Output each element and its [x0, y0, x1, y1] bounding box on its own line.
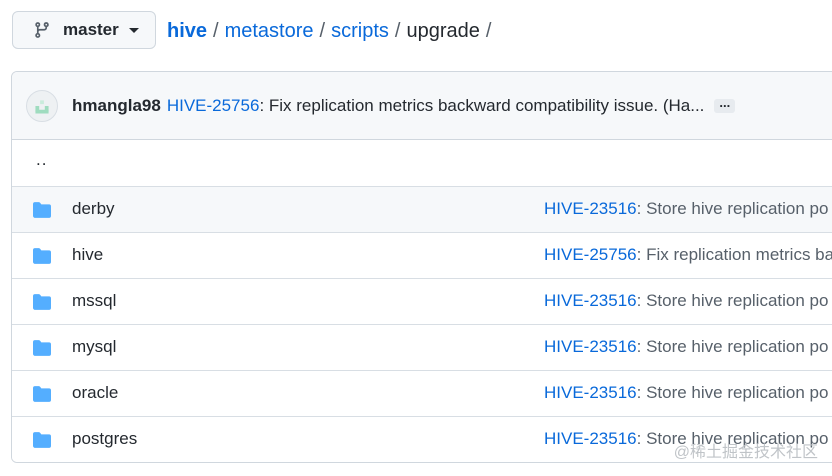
row-commit: HIVE-25756: Fix replication metrics ba: [544, 245, 832, 265]
row-commit-message[interactable]: : Store hive replication po: [637, 291, 829, 310]
git-branch-icon: [35, 22, 49, 38]
folder-name[interactable]: postgres: [72, 429, 137, 449]
folder-name[interactable]: hive: [72, 245, 103, 265]
watermark: @稀土掘金技术社区: [673, 444, 818, 461]
folder-icon: [33, 432, 51, 448]
table-row[interactable]: mssql HIVE-23516: Store hive replication…: [12, 278, 832, 324]
folder-name[interactable]: derby: [72, 199, 115, 219]
folder-icon: [33, 294, 51, 310]
breadcrumb-repo-link[interactable]: hive: [167, 20, 207, 42]
folder-icon: [33, 340, 51, 356]
parent-directory-link[interactable]: ..: [36, 150, 47, 170]
table-row[interactable]: oracle HIVE-23516: Store hive replicatio…: [12, 370, 832, 416]
folder-icon: [33, 386, 51, 402]
folder-icon: [33, 248, 51, 264]
latest-commit-bar: hmangla98 HIVE-25756 : Fix replication m…: [12, 72, 832, 140]
breadcrumb-separator: /: [485, 20, 492, 42]
avatar[interactable]: [26, 89, 58, 122]
row-commit: HIVE-23516: Store hive replication po: [544, 199, 828, 219]
commit-id-link[interactable]: HIVE-25756: [167, 96, 260, 116]
row-commit-message[interactable]: : Store hive replication po: [637, 199, 829, 218]
row-commit-id-link[interactable]: HIVE-23516: [544, 429, 637, 448]
table-row[interactable]: derby HIVE-23516: Store hive replication…: [12, 186, 832, 232]
row-commit: HIVE-23516: Store hive replication po: [544, 291, 828, 311]
row-commit: HIVE-23516: Store hive replication po: [544, 383, 828, 403]
row-commit-message[interactable]: : Store hive replication po: [637, 383, 829, 402]
row-commit-id-link[interactable]: HIVE-25756: [544, 245, 637, 264]
parent-directory-row[interactable]: ..: [12, 140, 832, 186]
breadcrumb-link-metastore[interactable]: metastore: [225, 20, 314, 42]
row-commit: HIVE-23516: Store hive replication po: [544, 337, 828, 357]
folder-name[interactable]: mssql: [72, 291, 116, 311]
commit-author[interactable]: hmangla98: [72, 96, 161, 116]
breadcrumb: hive / metastore / scripts / upgrade /: [167, 20, 497, 43]
row-commit-id-link[interactable]: HIVE-23516: [544, 291, 637, 310]
branch-select-button[interactable]: master: [12, 11, 156, 49]
row-commit-message[interactable]: : Fix replication metrics ba: [637, 245, 832, 264]
branch-label: master: [63, 20, 119, 39]
row-commit-id-link[interactable]: HIVE-23516: [544, 199, 637, 218]
breadcrumb-separator: /: [213, 20, 219, 42]
table-row[interactable]: mysql HIVE-23516: Store hive replication…: [12, 324, 832, 370]
row-commit-message[interactable]: : Store hive replication po: [637, 337, 829, 356]
breadcrumb-link-scripts[interactable]: scripts: [331, 20, 389, 42]
row-commit-id-link[interactable]: HIVE-23516: [544, 383, 637, 402]
breadcrumb-separator: /: [394, 20, 401, 42]
expand-commit-button[interactable]: ...: [714, 96, 736, 113]
commit-message[interactable]: : Fix replication metrics backward compa…: [259, 96, 704, 116]
folder-icon: [33, 202, 51, 218]
chevron-down-icon: [128, 27, 139, 33]
folder-name[interactable]: mysql: [72, 337, 116, 357]
table-row[interactable]: hive HIVE-25756: Fix replication metrics…: [12, 232, 832, 278]
breadcrumb-separator: /: [319, 20, 326, 42]
file-list: hmangla98 HIVE-25756 : Fix replication m…: [11, 71, 832, 463]
breadcrumb-current: upgrade: [406, 20, 480, 42]
folder-name[interactable]: oracle: [72, 383, 118, 403]
row-commit-id-link[interactable]: HIVE-23516: [544, 337, 637, 356]
identicon-icon: [35, 99, 49, 113]
